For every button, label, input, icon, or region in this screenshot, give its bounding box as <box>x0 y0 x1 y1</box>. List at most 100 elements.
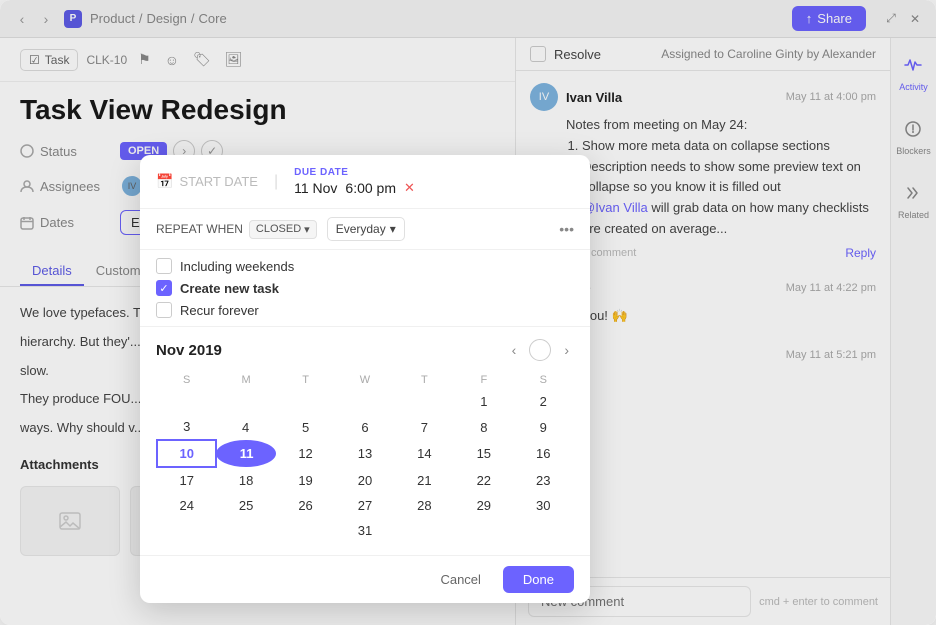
cal-cell-17[interactable]: 17 <box>157 467 216 493</box>
cal-cell-20[interactable]: 20 <box>335 467 394 493</box>
start-date-calendar-icon: 📅 <box>156 173 173 190</box>
cal-cell-4[interactable]: 4 <box>216 414 275 440</box>
cal-cell-empty <box>276 389 335 414</box>
resolve-bar: Resolve Assigned to Caroline Ginty by Al… <box>516 38 890 71</box>
comment-time-2: May 11 at 4:22 pm <box>786 282 876 294</box>
recur-forever-checkbox[interactable] <box>156 302 172 318</box>
due-clear-button[interactable]: ✕ <box>404 180 415 196</box>
chevron-down-icon: ▾ <box>304 223 310 236</box>
cal-cell-7[interactable]: 7 <box>395 414 454 440</box>
cal-cell-1[interactable]: 1 <box>454 389 513 414</box>
cancel-button[interactable]: Cancel <box>426 566 494 593</box>
comment-time-3: May 11 at 5:21 pm <box>786 349 876 361</box>
forward-button[interactable]: › <box>36 9 56 29</box>
share-button[interactable]: ↑ Share <box>792 6 866 31</box>
dates-icon <box>20 216 34 230</box>
cal-cell-empty <box>157 389 216 414</box>
cal-cell-empty <box>216 389 275 414</box>
cal-cell-24[interactable]: 24 <box>157 493 216 518</box>
repeat-when-badge[interactable]: CLOSED ▾ <box>249 220 317 239</box>
cal-cell-28[interactable]: 28 <box>395 493 454 518</box>
cal-cell-21[interactable]: 21 <box>395 467 454 493</box>
select-chevron-icon: ▾ <box>390 222 396 236</box>
cal-cell-18[interactable]: 18 <box>216 467 275 493</box>
reply-button-1[interactable]: Reply <box>845 246 876 260</box>
done-button[interactable]: Done <box>503 566 574 593</box>
cal-cell-10[interactable]: 10 <box>157 440 216 467</box>
calendar-today-button[interactable] <box>529 339 551 361</box>
cal-cell-empty <box>335 389 394 414</box>
attachment-image-icon-1 <box>58 509 82 533</box>
tab-details[interactable]: Details <box>20 257 84 286</box>
flag-icon[interactable]: ⚑ <box>135 48 154 71</box>
expand-icon[interactable]: ✕ <box>906 10 924 28</box>
cal-cell-3[interactable]: 3 <box>157 414 216 440</box>
due-date-section: DUE DATE 11 Nov 6:00 pm ✕ <box>294 167 574 196</box>
comment-avatar-1: IV <box>530 83 558 111</box>
start-date-section[interactable]: 📅 START DATE <box>156 173 258 190</box>
blockers-icon <box>904 120 922 143</box>
cal-cell-31[interactable]: 31 <box>335 518 394 543</box>
cal-cell-12[interactable]: 12 <box>276 440 335 467</box>
calendar-next-button[interactable]: › <box>559 340 574 360</box>
cal-cell-25[interactable]: 25 <box>216 493 275 518</box>
cal-day-header-mon: M <box>216 371 275 389</box>
mention-ivan: @Ivan Villa <box>582 200 648 215</box>
calendar-section: Nov 2019 ‹ › S M T W T F S <box>140 327 590 555</box>
back-button[interactable]: ‹ <box>12 9 32 29</box>
related-nav-item[interactable]: Related <box>894 178 933 226</box>
option-row-new-task: ✓ Create new task <box>156 280 574 296</box>
assigned-text: Assigned to Caroline Ginty by Alexander <box>661 47 876 61</box>
new-task-checkbox[interactable]: ✓ <box>156 280 172 296</box>
cal-cell-19[interactable]: 19 <box>276 467 335 493</box>
cal-cell-16[interactable]: 16 <box>514 440 573 467</box>
cal-cell-26[interactable]: 26 <box>276 493 335 518</box>
cal-cell-empty <box>395 389 454 414</box>
calendar-prev-button[interactable]: ‹ <box>507 340 522 360</box>
cal-day-header-sat: S <box>514 371 573 389</box>
more-options-button[interactable]: ••• <box>559 221 574 237</box>
task-id: CLK-10 <box>86 53 127 67</box>
cal-cell-11[interactable]: 11 <box>216 440 275 467</box>
cal-cell-5[interactable]: 5 <box>276 414 335 440</box>
attachment-1[interactable] <box>20 486 120 556</box>
blockers-nav-item[interactable]: Blockers <box>892 114 935 162</box>
option-row-recur-forever: Recur forever <box>156 302 574 318</box>
cal-cell-8[interactable]: 8 <box>454 414 513 440</box>
cal-cell-15[interactable]: 15 <box>454 440 513 467</box>
weekends-checkbox[interactable] <box>156 258 172 274</box>
assignees-icon <box>20 179 34 193</box>
cal-cell-empty <box>395 518 454 543</box>
resolve-checkbox[interactable] <box>530 46 546 62</box>
image-icon[interactable]: 🖼 <box>222 48 246 71</box>
cal-cell-empty <box>454 518 513 543</box>
cal-day-header-fri: F <box>454 371 513 389</box>
cal-cell-23[interactable]: 23 <box>514 467 573 493</box>
calendar-month-year: Nov 2019 <box>156 342 222 359</box>
cal-cell-14[interactable]: 14 <box>395 440 454 467</box>
cal-day-header-sun: S <box>157 371 216 389</box>
due-time-value[interactable]: 6:00 pm <box>345 180 396 196</box>
resolve-label: Resolve <box>554 47 601 62</box>
cal-cell-9[interactable]: 9 <box>514 414 573 440</box>
related-icon <box>905 184 923 207</box>
cal-cell-30[interactable]: 30 <box>514 493 573 518</box>
cal-cell-2[interactable]: 2 <box>514 389 573 414</box>
dates-label: Dates <box>20 215 110 230</box>
cal-cell-13[interactable]: 13 <box>335 440 394 467</box>
tag-icon[interactable]: 🏷 <box>190 48 214 71</box>
cal-cell-27[interactable]: 27 <box>335 493 394 518</box>
cal-cell-empty <box>157 518 216 543</box>
option-row-weekends: Including weekends <box>156 258 574 274</box>
cal-cell-29[interactable]: 29 <box>454 493 513 518</box>
status-icon <box>20 144 34 158</box>
cal-cell-22[interactable]: 22 <box>454 467 513 493</box>
cal-cell-6[interactable]: 6 <box>335 414 394 440</box>
frequency-select[interactable]: Everyday ▾ <box>327 217 405 241</box>
task-icon: ☑ <box>29 53 40 67</box>
minimize-icon[interactable]: ⤢ <box>882 10 900 28</box>
comment-hint: cmd + enter to comment <box>759 596 878 608</box>
share-icon: ↑ <box>806 11 813 26</box>
emoji-icon[interactable]: ☺ <box>162 49 182 71</box>
activity-nav-item[interactable]: Activity <box>895 50 932 98</box>
